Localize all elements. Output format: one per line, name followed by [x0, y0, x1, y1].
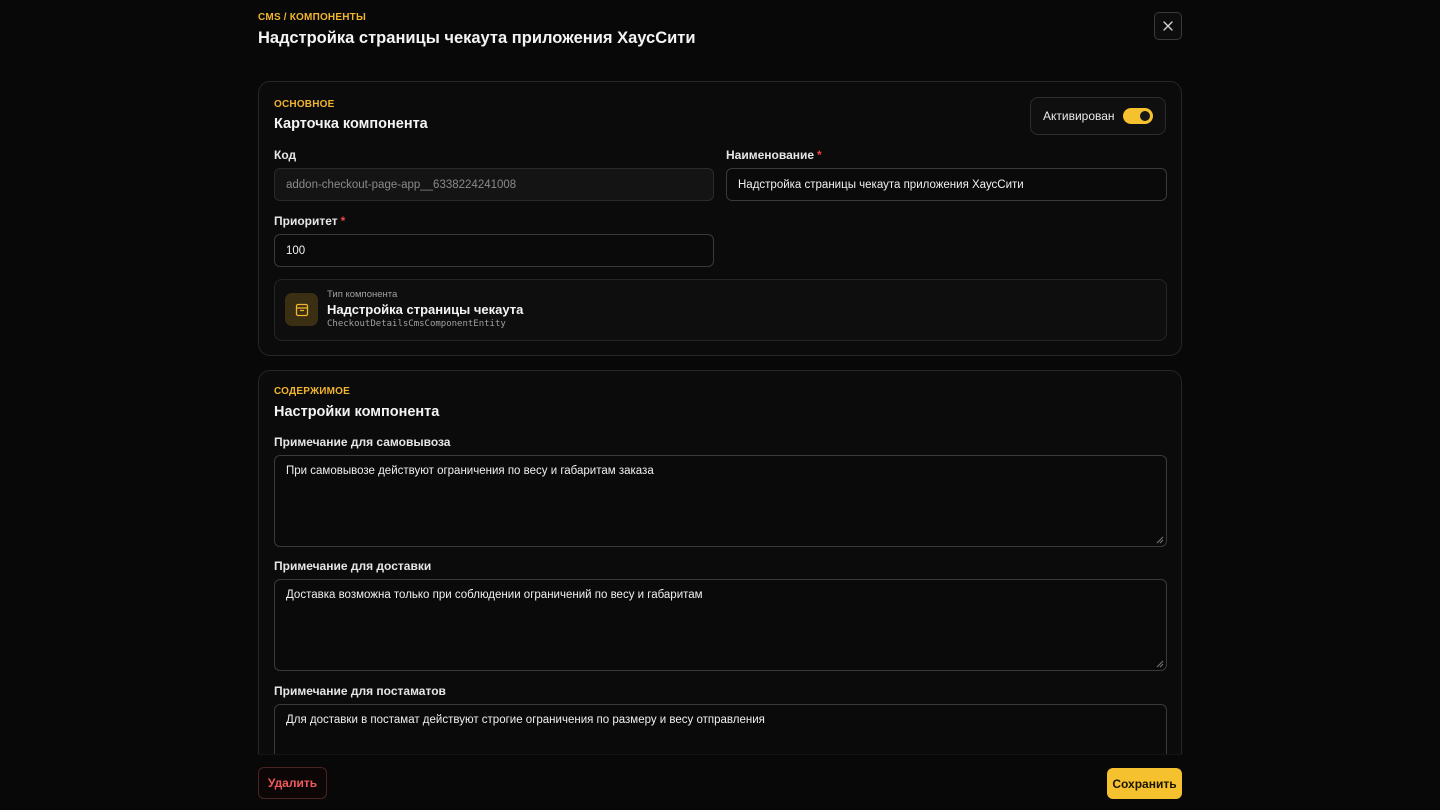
code-label: Код	[274, 148, 296, 162]
type-caption: Тип компонента	[327, 289, 398, 300]
pickup-text: При самовывозе действуют ограничения по …	[286, 465, 654, 477]
close-icon	[1163, 21, 1173, 31]
page-title: Надстройка страницы чекаута приложения Х…	[258, 29, 696, 47]
priority-input[interactable]: 100	[274, 234, 714, 267]
section-title-content: Настройки компонента	[274, 404, 440, 420]
required-mark: *	[817, 148, 822, 162]
postamat-text: Для доставки в постамат действуют строги…	[286, 714, 765, 726]
resize-grip-icon[interactable]	[1156, 660, 1164, 668]
type-name: Надстройка страницы чекаута	[327, 302, 524, 317]
type-entity: CheckoutDetailsCmsComponentEntity	[327, 319, 506, 329]
toggle-knob	[1140, 111, 1150, 121]
resize-grip-icon[interactable]	[1156, 536, 1164, 544]
name-label: Наименование *	[726, 148, 822, 162]
section-label-basic: ОСНОВНОЕ	[274, 99, 335, 110]
delete-button[interactable]: Удалить	[258, 767, 327, 799]
delivery-label: Примечание для доставки	[274, 559, 432, 573]
required-mark: *	[340, 214, 346, 228]
page-header: CMS / КОМПОНЕНТЫ Надстройка страницы чек…	[258, 10, 1182, 60]
delivery-text: Доставка возможна только при соблюдении …	[286, 589, 703, 601]
name-input[interactable]: Надстройка страницы чекаута приложения Х…	[726, 168, 1167, 201]
code-label-text: Код	[274, 148, 297, 162]
box-icon	[285, 293, 318, 326]
priority-label-text: Приоритет	[274, 214, 338, 228]
pickup-textarea[interactable]: При самовывозе действуют ограничения по …	[274, 455, 1167, 547]
active-toggle[interactable]	[1123, 108, 1153, 124]
form-scroll-area[interactable]: ОСНОВНОЕ Карточка компонента Активирован…	[258, 81, 1182, 754]
delivery-textarea[interactable]: Доставка возможна только при соблюдении …	[274, 579, 1167, 671]
content-card: СОДЕРЖИМОЕ Настройки компонента Примечан…	[258, 370, 1182, 754]
breadcrumb[interactable]: CMS / КОМПОНЕНТЫ	[258, 12, 366, 23]
active-toggle-box[interactable]: Активирован	[1030, 97, 1166, 135]
section-title-basic: Карточка компонента	[274, 116, 428, 132]
priority-label: Приоритет *	[274, 214, 345, 228]
save-button[interactable]: Сохранить	[1107, 768, 1182, 799]
pickup-label: Примечание для самовывоза	[274, 435, 451, 449]
section-label-content: СОДЕРЖИМОЕ	[274, 386, 350, 397]
basic-card: ОСНОВНОЕ Карточка компонента Активирован…	[258, 81, 1182, 356]
footer-toolbar: Удалить Сохранить	[258, 754, 1182, 810]
page: CMS / КОМПОНЕНТЫ Надстройка страницы чек…	[258, 0, 1182, 810]
postamat-textarea[interactable]: Для доставки в постамат действуют строги…	[274, 704, 1167, 754]
active-toggle-label: Активирован	[1043, 109, 1115, 123]
code-input[interactable]: addon-checkout-page-app__6338224241008	[274, 168, 714, 201]
component-type-box: Тип компонента Надстройка страницы чекау…	[274, 279, 1167, 341]
postamat-label: Примечание для постаматов	[274, 684, 446, 698]
name-label-text: Наименование	[726, 148, 815, 162]
close-button[interactable]	[1154, 12, 1182, 40]
